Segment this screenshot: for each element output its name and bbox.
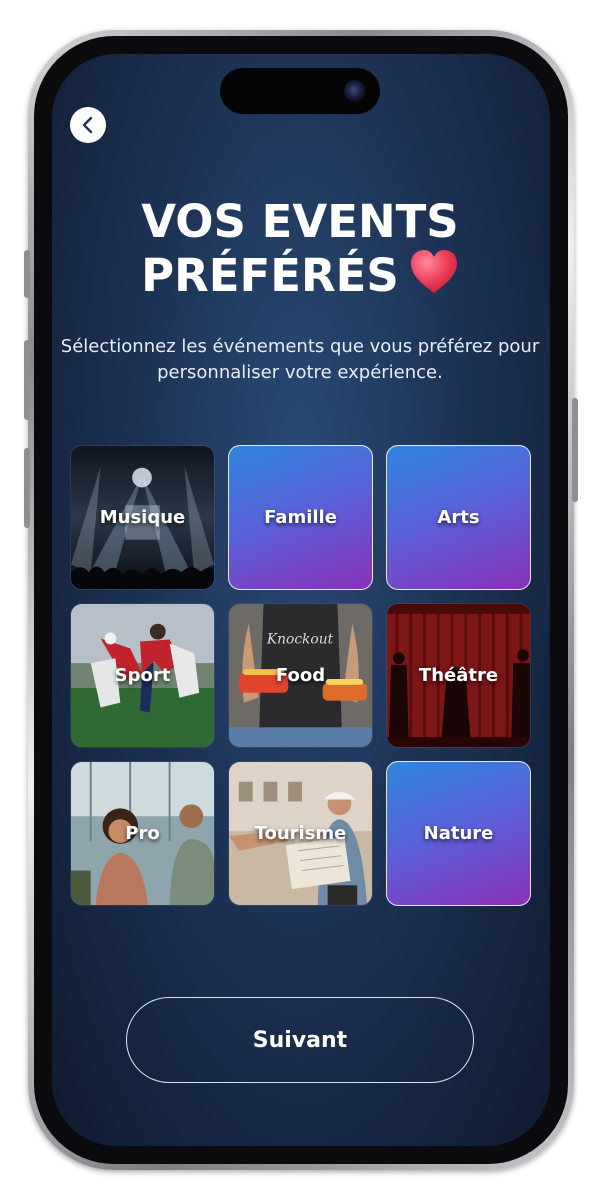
volume-down-button — [24, 448, 30, 528]
page-subtitle: Sélectionnez les événements que vous pré… — [60, 336, 540, 383]
volume-up-button — [24, 340, 30, 420]
mute-switch — [24, 250, 30, 298]
category-label: Arts — [437, 507, 480, 528]
category-label: Sport — [114, 665, 171, 686]
next-button-label: Suivant — [252, 1027, 348, 1053]
category-label: Tourisme — [254, 823, 347, 844]
heart-icon — [409, 249, 459, 307]
category-label: Théâtre — [418, 665, 499, 686]
category-tile-sport[interactable]: Sport — [70, 603, 215, 748]
title-line-2: PRÉFÉRÉS — [141, 249, 399, 302]
dynamic-island — [220, 68, 380, 114]
category-tile-famille[interactable]: Famille — [228, 445, 373, 590]
category-label: Famille — [264, 507, 337, 528]
category-label: Pro — [125, 823, 160, 844]
chevron-left-icon — [82, 116, 93, 134]
page-title: VOS EVENTS PRÉFÉRÉS — [60, 195, 540, 307]
category-tile-food[interactable]: Knockout Food — [228, 603, 373, 748]
next-button[interactable]: Suivant — [126, 997, 474, 1083]
category-label: Nature — [423, 823, 494, 844]
category-tile-arts[interactable]: Arts — [386, 445, 531, 590]
svg-text:Knockout: Knockout — [266, 631, 334, 647]
category-tile-tourisme[interactable]: Tourisme — [228, 761, 373, 906]
category-label: Food — [275, 665, 326, 686]
category-tile-musique[interactable]: Musique — [70, 445, 215, 590]
back-button[interactable] — [70, 107, 106, 143]
camera-icon — [344, 80, 366, 102]
category-tile-nature[interactable]: Nature — [386, 761, 531, 906]
title-line-1: VOS EVENTS — [141, 195, 459, 248]
category-grid: Musique Famille Arts Sport Knockout Food… — [70, 445, 531, 906]
power-button — [572, 398, 578, 502]
category-tile-theatre[interactable]: Théâtre — [386, 603, 531, 748]
category-label: Musique — [99, 507, 186, 528]
category-tile-pro[interactable]: Pro — [70, 761, 215, 906]
